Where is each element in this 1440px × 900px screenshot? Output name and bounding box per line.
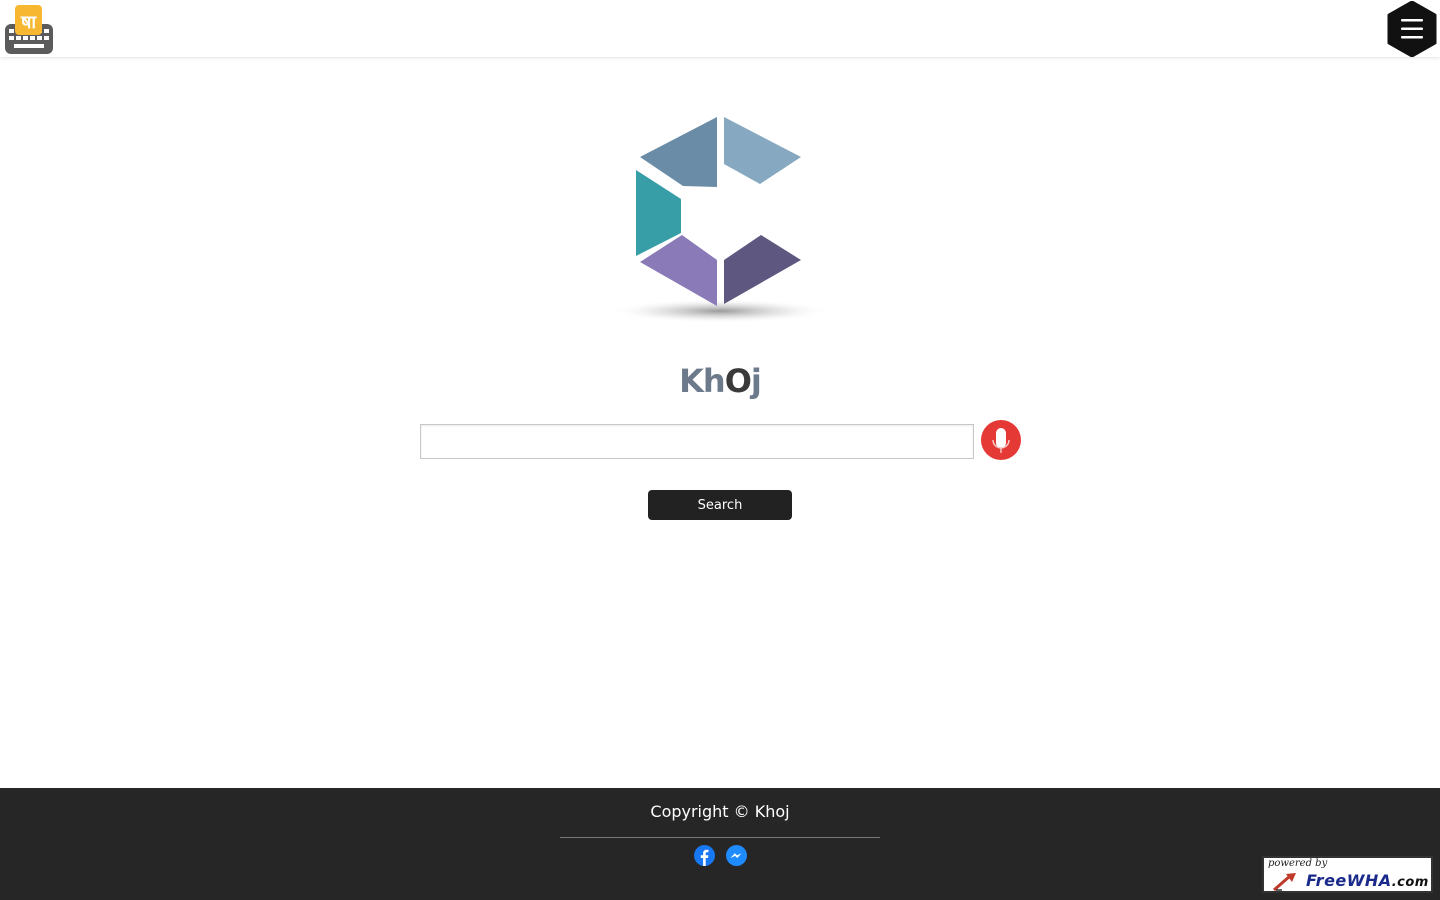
brand-title-kh: Kh	[679, 362, 726, 400]
powered-by-freewha-badge[interactable]: powered by FreeWHA.com	[1262, 856, 1433, 893]
voice-search-button[interactable]	[981, 420, 1021, 460]
hamburger-menu-icon	[1387, 0, 1437, 58]
arrow-icon	[1273, 873, 1296, 891]
brand-title-o: O	[724, 362, 752, 400]
freewha-text: FreeWHA.com	[1306, 871, 1429, 890]
messenger-icon	[726, 845, 747, 866]
copyright-text: Copyright © Khoj	[650, 802, 790, 821]
brand-title-j: j	[750, 362, 762, 400]
khoj-cube-logo-icon	[610, 117, 830, 323]
keyboard-icon: षा	[5, 5, 53, 54]
freewha-suffix: .com	[1391, 875, 1429, 890]
brand-title: KhOj	[0, 362, 1440, 400]
facebook-icon	[694, 845, 715, 866]
search-button[interactable]: Search	[648, 490, 792, 520]
keyboard-logo[interactable]: षा	[4, 4, 54, 56]
freewha-brand: FreeWHA	[1306, 871, 1392, 890]
top-bar: षा	[0, 0, 1440, 58]
khoj-logo	[600, 108, 840, 330]
powered-by-text: powered by	[1268, 858, 1328, 869]
microphone-icon	[992, 428, 1010, 453]
footer: Copyright © Khoj	[0, 788, 1440, 900]
facebook-link[interactable]	[694, 845, 715, 866]
messenger-link[interactable]	[726, 845, 747, 866]
keyboard-logo-glyph: षा	[20, 12, 37, 33]
menu-button[interactable]	[1385, 0, 1439, 58]
search-input[interactable]	[420, 424, 974, 459]
footer-divider	[560, 837, 880, 838]
